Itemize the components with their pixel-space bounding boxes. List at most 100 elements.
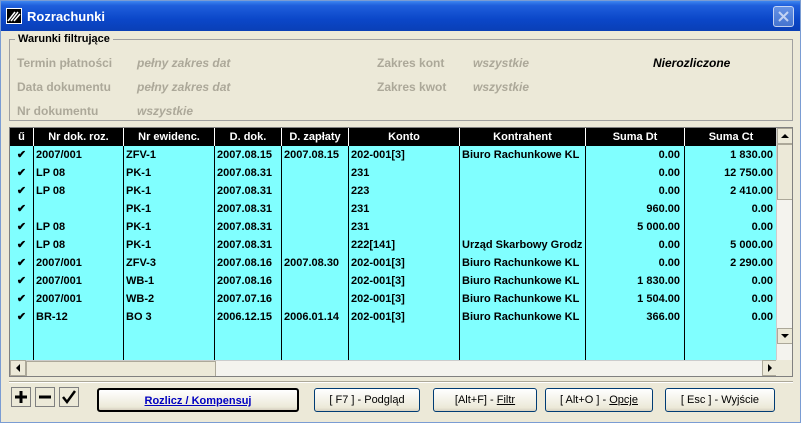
- col-nr-dok-roz-cell: [34, 200, 123, 218]
- header-col-check[interactable]: ű: [10, 128, 34, 146]
- col-d-dok-cell: 2007.08.31: [217, 185, 273, 197]
- add-button[interactable]: [11, 387, 31, 407]
- zakres-kont-label: Zakres kont: [377, 56, 445, 70]
- col-d-dok-cell: 2007.08.31: [217, 203, 273, 215]
- col-nr-ewidenc-cell: WB-2: [126, 293, 155, 305]
- title-bar[interactable]: Rozrachunki: [1, 1, 800, 31]
- col-d-dok-cell: 2007.08.31: [217, 221, 273, 233]
- col-konto-cell: 223: [351, 185, 370, 197]
- arrow-right-icon: [768, 364, 772, 372]
- data-dokumentu-value: pełny zakres dat: [137, 80, 231, 94]
- table-row[interactable]: ✔ LP 08 PK-1 2007.08.31 231 0.00 12 750.00: [10, 164, 778, 182]
- col-suma-ct-cell: 2 290.00: [730, 257, 773, 269]
- table-row[interactable]: ✔ BR-12 BO 3 2006.12.15 2006.01.14 202-001[3]…: [10, 308, 778, 326]
- col-suma-dt-cell: 5 000.00: [637, 221, 680, 233]
- row-check-icon: ✔: [16, 239, 27, 251]
- opcje-prefix: [ Alt+O ] -: [560, 394, 610, 406]
- row-check-icon: ✔: [16, 221, 27, 233]
- remove-button[interactable]: [35, 387, 55, 407]
- col-suma-ct-cell: 0.00: [751, 311, 773, 323]
- close-icon: [778, 11, 789, 22]
- column-divider: [123, 146, 124, 360]
- col-nr-ewidenc-cell: ZFV-1: [126, 149, 156, 161]
- horizontal-scrollbar[interactable]: [10, 360, 778, 376]
- col-konto-cell: 231: [351, 167, 370, 179]
- table-row[interactable]: ✔ LP 08 PK-1 2007.08.31 231 5 000.00 0.00: [10, 218, 778, 236]
- col-suma-dt-cell: 1 504.00: [637, 293, 680, 305]
- col-nr-ewidenc-cell: PK-1: [126, 185, 152, 197]
- col-nr-ewidenc-cell: PK-1: [126, 221, 152, 233]
- col-suma-dt-cell: 0.00: [658, 239, 680, 251]
- col-suma-ct-cell: 0.00: [751, 293, 773, 305]
- table-row[interactable]: ✔ 2007/001 WB-1 2007.08.16 202-001[3] Biuro R…: [10, 272, 778, 290]
- col-nr-dok-roz-cell: LP 08: [36, 221, 66, 233]
- filtr-button[interactable]: [Alt+F] - Filtr: [433, 388, 537, 412]
- header-col-nr-dok-roz[interactable]: Nr dok. roz.: [34, 128, 124, 146]
- col-suma-ct-cell: 0.00: [751, 221, 773, 233]
- table-row[interactable]: ✔ PK-1 2007.08.31 231 960.00 0.00: [10, 200, 778, 218]
- zakres-kwot-value: wszystkie: [473, 80, 530, 94]
- wyjscie-button[interactable]: [ Esc ] - Wyjście: [665, 388, 775, 412]
- col-d-dok-cell: 2007.08.16: [217, 257, 273, 269]
- header-col-nr-ewidenc[interactable]: Nr ewidenc.: [124, 128, 215, 146]
- table-row[interactable]: ✔ LP 08 PK-1 2007.08.31 223 0.00 2 410.00: [10, 182, 778, 200]
- col-suma-dt-cell: 0.00: [658, 185, 680, 197]
- col-kontrahent-cell: Biuro Rachunkowe KL: [462, 149, 580, 161]
- col-suma-dt-cell: 0.00: [658, 257, 680, 269]
- col-nr-dok-roz-cell: 2007/001: [36, 275, 82, 287]
- col-kontrahent-cell: [460, 200, 585, 218]
- col-konto-cell: 202-001[3]: [351, 275, 405, 287]
- table-row[interactable]: ✔ 2007/001 ZFV-1 2007.08.15 2007.08.15 202-00…: [10, 146, 778, 164]
- scroll-left-button[interactable]: [10, 360, 26, 376]
- vertical-scroll-thumb[interactable]: [777, 144, 792, 200]
- col-nr-ewidenc-cell: ZFV-3: [126, 257, 156, 269]
- col-nr-dok-roz-cell: LP 08: [36, 167, 66, 179]
- vertical-scrollbar[interactable]: [776, 128, 792, 361]
- col-nr-ewidenc-cell: WB-1: [126, 275, 155, 287]
- zakres-kwot-label: Zakres kwot: [377, 80, 447, 94]
- col-d-zaplaty-cell: 2007.08.30: [284, 257, 340, 269]
- opcje-button[interactable]: [ Alt+O ] - Opcje: [545, 388, 653, 412]
- col-d-zaplaty-cell: [282, 164, 348, 182]
- header-col-kontrahent[interactable]: Kontrahent: [460, 128, 586, 146]
- col-kontrahent-cell: Biuro Rachunkowe KL: [462, 257, 580, 269]
- row-check-icon: ✔: [16, 293, 27, 305]
- settlements-grid[interactable]: ű Nr dok. roz. Nr ewidenc. D. dok. D. zapłat…: [9, 127, 793, 377]
- table-row[interactable]: ✔ 2007/001 ZFV-3 2007.08.16 2007.08.30 202-00…: [10, 254, 778, 272]
- header-col-d-dok[interactable]: D. dok.: [215, 128, 282, 146]
- col-suma-dt-cell: 366.00: [646, 311, 680, 323]
- col-nr-dok-roz-cell: LP 08: [36, 185, 66, 197]
- settlement-status: Nierozliczone: [653, 56, 731, 70]
- header-col-konto[interactable]: Konto: [349, 128, 460, 146]
- col-d-zaplaty-cell: [282, 200, 348, 218]
- col-kontrahent-cell: [460, 182, 585, 200]
- separator: [9, 381, 793, 383]
- row-check-icon: ✔: [16, 149, 27, 161]
- col-suma-ct-cell: 5 000.00: [730, 239, 773, 251]
- col-kontrahent-cell: [460, 218, 585, 236]
- col-nr-ewidenc-cell: PK-1: [126, 203, 152, 215]
- col-nr-ewidenc-cell: BO 3: [126, 311, 152, 323]
- rozlicz-kompensuj-label: Rozlicz / Kompensuj: [144, 395, 252, 407]
- col-suma-ct-cell: 1 830.00: [730, 149, 773, 161]
- table-row[interactable]: ✔ 2007/001 WB-2 2007.07.16 202-001[3] Biuro R…: [10, 290, 778, 308]
- col-d-dok-cell: 2007.07.16: [217, 293, 273, 305]
- scroll-up-button[interactable]: [777, 128, 792, 144]
- col-nr-dok-roz-cell: LP 08: [36, 239, 66, 251]
- termin-label: Termin płatności: [17, 56, 113, 70]
- column-divider: [214, 146, 215, 360]
- col-suma-ct-cell: 0.00: [751, 203, 773, 215]
- header-col-d-zaplaty[interactable]: D. zapłaty: [282, 128, 349, 146]
- rozlicz-kompensuj-button[interactable]: Rozlicz / Kompensuj: [97, 388, 299, 412]
- horizontal-scroll-thumb[interactable]: [26, 361, 216, 376]
- confirm-button[interactable]: [59, 387, 79, 407]
- scroll-down-button[interactable]: [777, 328, 792, 344]
- app-icon: [6, 8, 22, 24]
- header-col-suma-ct[interactable]: Suma Ct: [685, 128, 778, 146]
- filtr-label: Filtr: [496, 394, 516, 406]
- table-row[interactable]: ✔ LP 08 PK-1 2007.08.31 222[141] Urząd Skarbo…: [10, 236, 778, 254]
- podglad-button[interactable]: [ F7 ] - Podgląd: [314, 388, 420, 412]
- col-kontrahent-cell: Urząd Skarbowy Grodz: [462, 239, 583, 251]
- header-col-suma-dt[interactable]: Suma Dt: [586, 128, 685, 146]
- close-button[interactable]: [773, 6, 794, 27]
